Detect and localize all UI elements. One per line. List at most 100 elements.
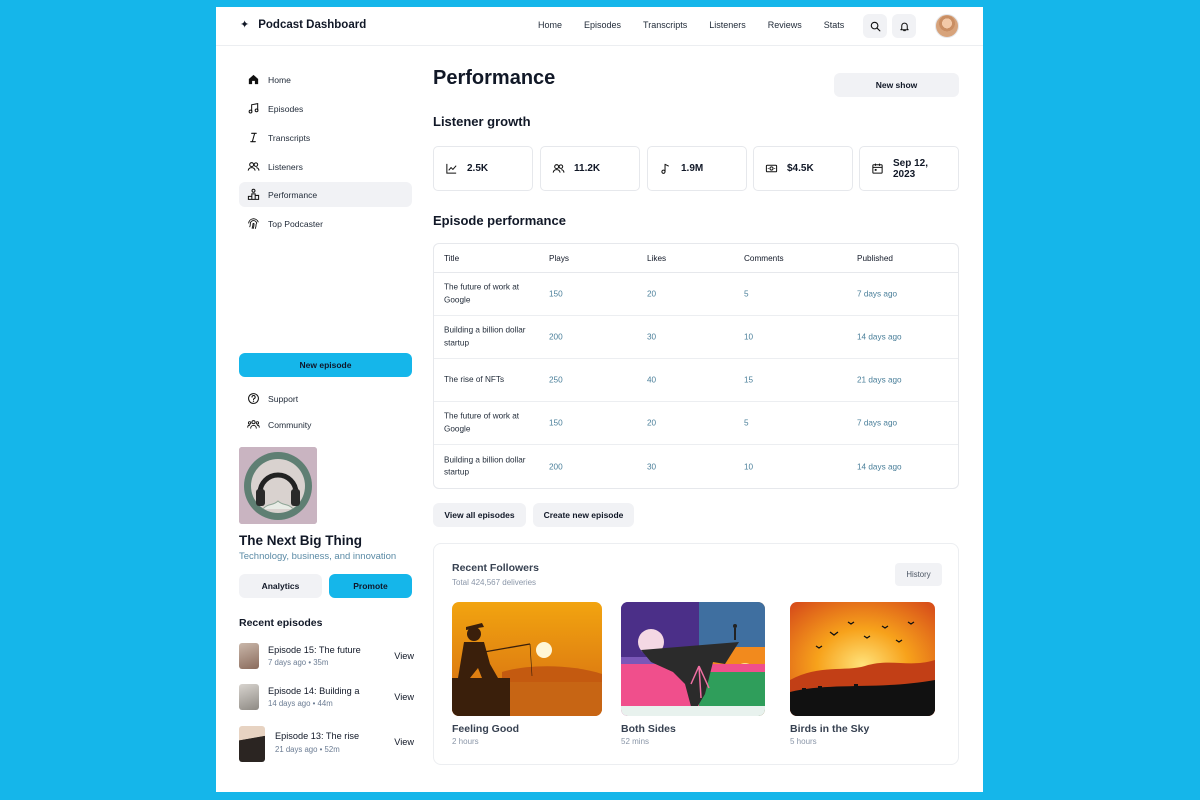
sidebar-item-performance[interactable]: Performance	[239, 182, 412, 207]
promote-button[interactable]: Promote	[329, 574, 412, 598]
stat-card: 2.5K	[433, 146, 533, 191]
list-item[interactable]: Episode 14: Building a 14 days ago • 44m…	[239, 684, 414, 714]
sidebar-item-episodes[interactable]: Episodes	[239, 96, 412, 121]
app-title: Podcast Dashboard	[258, 18, 367, 31]
column-header[interactable]: Plays	[549, 254, 569, 263]
card-title: Feeling Good	[452, 723, 520, 735]
cell-likes: 20	[647, 289, 657, 299]
cell-plays: 200	[549, 332, 563, 342]
top-navbar: ✦ Podcast Dashboard Home Episodes Transc…	[216, 7, 983, 46]
bell-icon	[899, 22, 909, 31]
users-icon	[552, 164, 565, 173]
list-item[interactable]: Episode 13: The rise 21 days ago • 52m V…	[239, 726, 414, 762]
brand[interactable]: ✦ Podcast Dashboard	[240, 18, 367, 32]
episode-title: Episode 13: The rise	[275, 731, 360, 741]
fingerprint-icon	[248, 218, 259, 229]
stat-value: 1.9M	[681, 163, 704, 174]
show-cover-art	[239, 447, 317, 524]
stat-card: 11.2K	[540, 146, 640, 191]
episode-meta: 14 days ago • 44m	[268, 699, 333, 708]
column-header[interactable]: Likes	[647, 254, 666, 263]
nav-transcripts[interactable]: Transcripts	[643, 20, 687, 30]
sidebar-item-transcripts[interactable]: Transcripts	[239, 125, 412, 150]
followers-subtitle: Total 424,567 deliveries	[452, 578, 537, 587]
table-row[interactable]: The future of work at Google 150 20 5 7 …	[434, 402, 958, 445]
episode-meta: 7 days ago • 35m	[268, 658, 329, 667]
stat-card: 1.9M	[647, 146, 747, 191]
calendar-icon	[872, 163, 883, 174]
nav-episodes[interactable]: Episodes	[584, 20, 621, 30]
view-all-episodes-button[interactable]: View all episodes	[433, 503, 526, 527]
column-header[interactable]: Comments	[744, 254, 784, 263]
sidebar-item-label: Community	[268, 419, 312, 430]
stat-value: $4.5K	[787, 163, 814, 174]
podium-icon	[247, 188, 260, 200]
column-header[interactable]: Title	[444, 254, 459, 263]
analytics-button[interactable]: Analytics	[239, 574, 322, 598]
top-nav: Home Episodes Transcripts Listeners Revi…	[538, 20, 866, 30]
follower-card[interactable]: Both Sides 52 mins	[621, 602, 765, 746]
user-avatar[interactable]	[935, 14, 959, 38]
card-image	[790, 602, 935, 716]
table-row[interactable]: The rise of NFTs 250 40 15 21 days ago	[434, 359, 958, 402]
follower-card[interactable]: Birds in the Sky 5 hours	[790, 602, 935, 746]
view-episode-link[interactable]: View	[394, 692, 414, 702]
card-duration: 2 hours	[452, 737, 479, 746]
search-button[interactable]	[863, 14, 887, 38]
episode-thumbnail	[239, 684, 259, 710]
sidebar-item-label: Episodes	[268, 103, 304, 114]
new-show-button[interactable]: New show	[834, 73, 959, 97]
listener-growth-heading: Listener growth	[433, 114, 531, 129]
sidebar-item-label: Top Podcaster	[268, 218, 323, 229]
show-subtitle: Technology, business, and innovation	[239, 551, 397, 562]
cell-comments: 5	[744, 289, 749, 299]
sidebar-item-home[interactable]: Home	[239, 67, 412, 92]
cell-title: The future of work at Google	[444, 411, 520, 434]
episode-meta: 21 days ago • 52m	[275, 745, 340, 754]
cell-published: 14 days ago	[857, 462, 902, 471]
list-item[interactable]: Episode 15: The future 7 days ago • 35m …	[239, 643, 414, 673]
card-title: Both Sides	[621, 723, 676, 735]
create-new-episode-button[interactable]: Create new episode	[533, 503, 634, 527]
sidebar-item-top-podcaster[interactable]: Top Podcaster	[239, 211, 412, 236]
table-row[interactable]: The future of work at Google 150 20 5 7 …	[434, 273, 958, 316]
cell-plays: 150	[549, 289, 563, 299]
episode-table: Title Plays Likes Comments Published The…	[433, 243, 959, 489]
nav-reviews[interactable]: Reviews	[768, 20, 802, 30]
table-row[interactable]: Building a billion dollar startup 200 30…	[434, 445, 958, 488]
cell-likes: 30	[647, 332, 657, 342]
cell-published: 7 days ago	[857, 418, 898, 428]
cell-title: The rise of NFTs	[444, 374, 505, 384]
new-episode-button[interactable]: New episode	[239, 353, 412, 377]
cell-comments: 15	[744, 375, 754, 385]
follower-card[interactable]: Feeling Good 2 hours	[452, 602, 602, 746]
sidebar-item-support[interactable]: Support	[239, 386, 412, 411]
cell-plays: 150	[549, 418, 563, 428]
cell-likes: 30	[647, 462, 657, 471]
view-episode-link[interactable]: View	[394, 737, 414, 747]
search-icon	[870, 21, 880, 31]
stat-value: 2.5K	[467, 163, 489, 174]
card-title: Birds in the Sky	[790, 723, 870, 735]
sidebar-item-label: Transcripts	[268, 132, 311, 143]
stat-value: 11.2K	[574, 163, 601, 174]
home-icon	[248, 74, 259, 85]
history-button[interactable]: History	[895, 563, 942, 586]
nav-listeners[interactable]: Listeners	[709, 20, 746, 30]
music-note-icon	[248, 102, 259, 114]
table-row[interactable]: Building a billion dollar startup 200 30…	[434, 316, 958, 359]
column-header[interactable]: Published	[857, 254, 893, 263]
stat-card: Sep 12, 2023	[859, 146, 959, 191]
notifications-button[interactable]	[892, 14, 916, 38]
cell-title: The future of work at Google	[444, 282, 520, 305]
nav-home[interactable]: Home	[538, 20, 562, 30]
episode-title: Episode 15: The future	[268, 645, 361, 655]
nav-stats[interactable]: Stats	[824, 20, 845, 30]
help-circle-icon	[248, 393, 259, 404]
view-episode-link[interactable]: View	[394, 651, 414, 661]
card-image	[621, 602, 765, 716]
sidebar-item-listeners[interactable]: Listeners	[239, 154, 412, 179]
sidebar-item-community[interactable]: Community	[239, 412, 412, 437]
cell-comments: 10	[744, 332, 754, 342]
community-icon	[247, 420, 260, 429]
